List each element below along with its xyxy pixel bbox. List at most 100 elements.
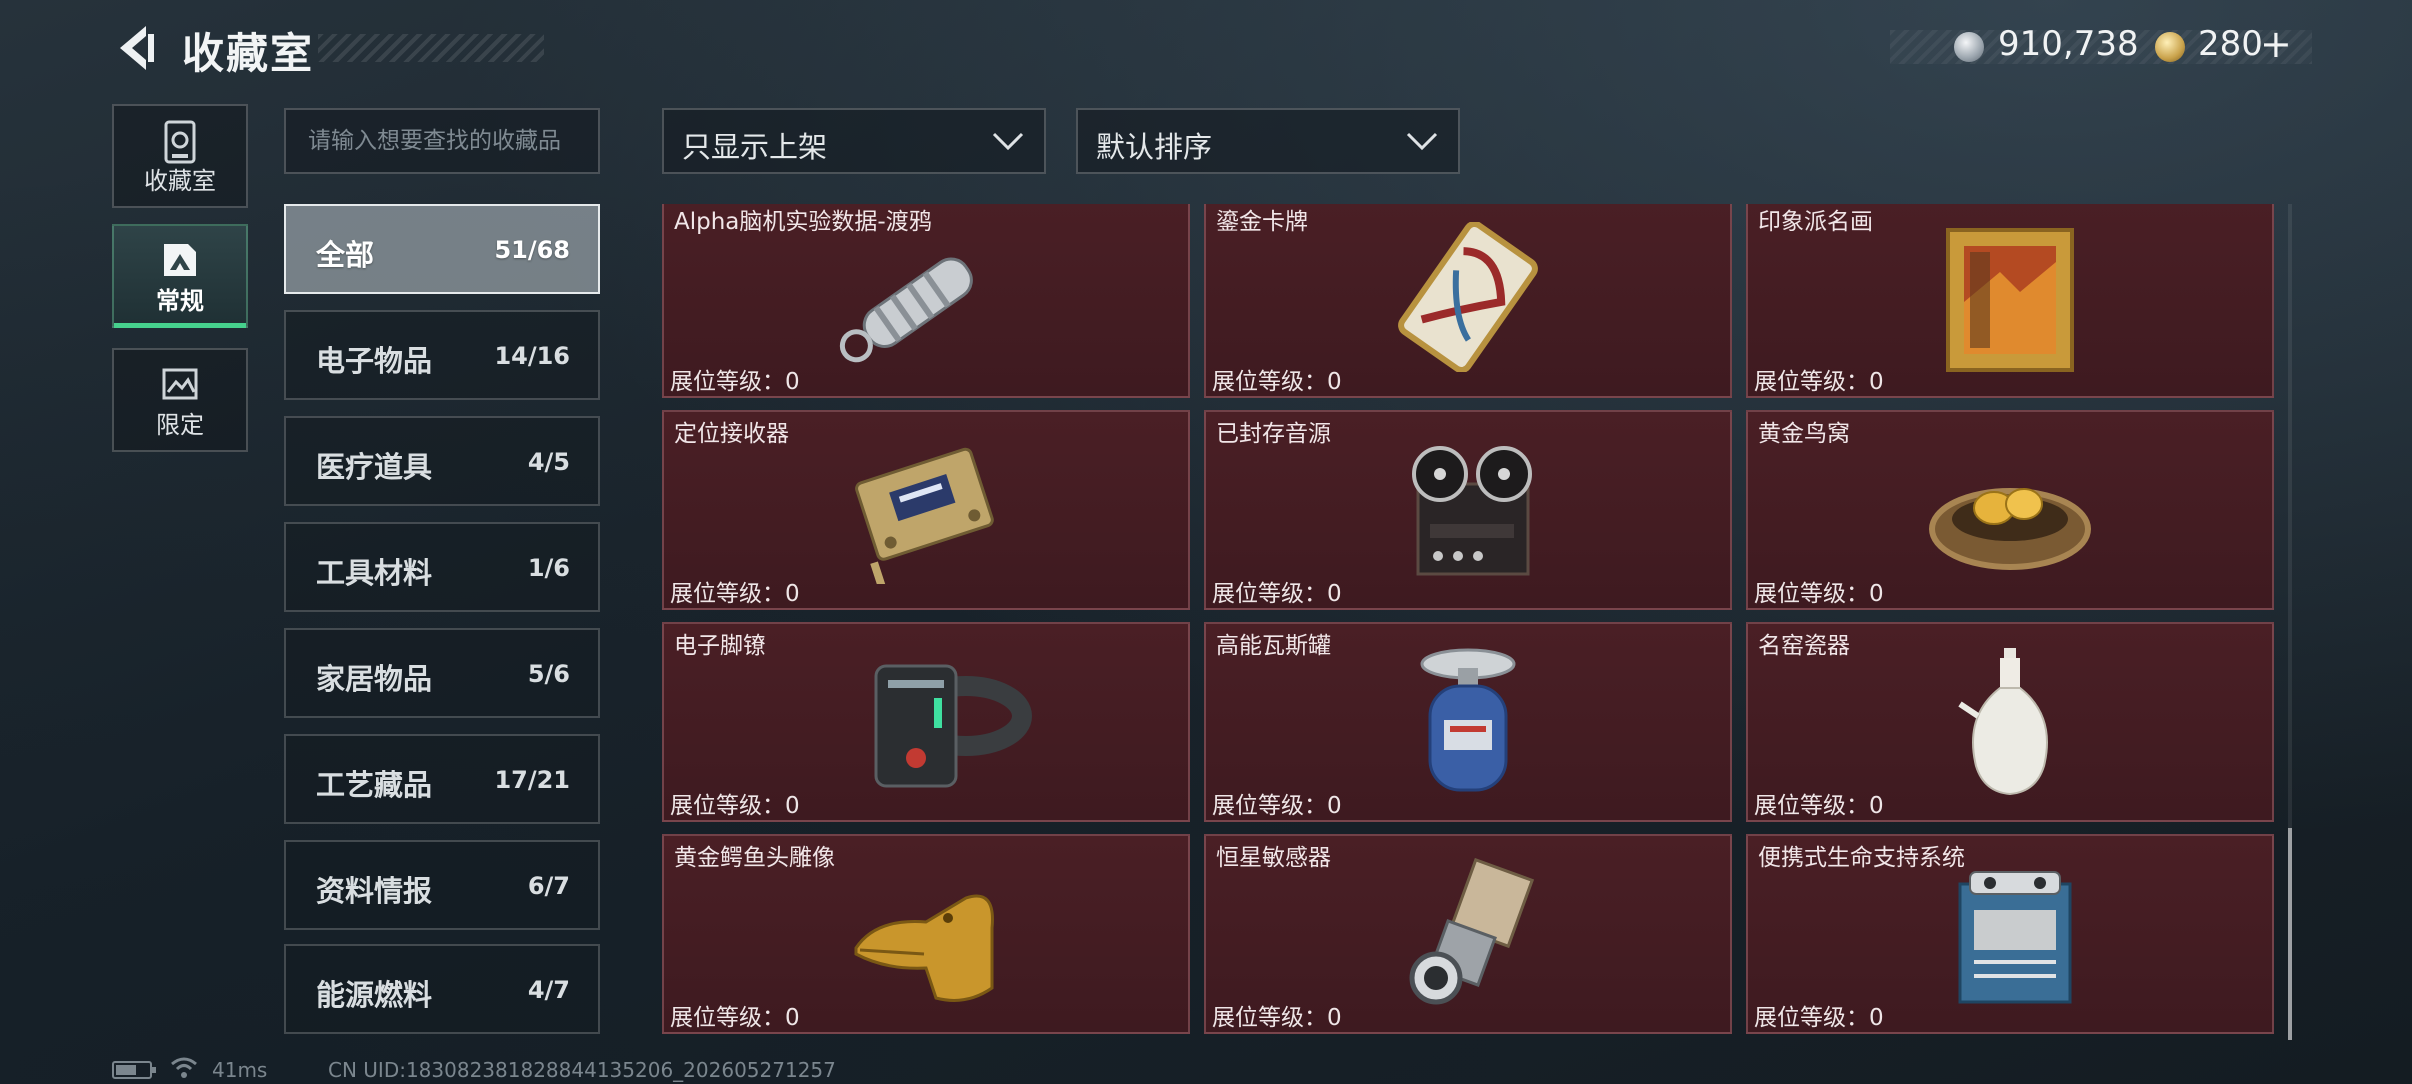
item-name: Alpha脑机实验数据-渡鸦 [674,209,932,235]
item-name: 恒星敏感器 [1216,845,1331,871]
silver-coin-balance: 910,738 [1998,24,2139,64]
item-name: 鎏金卡牌 [1216,209,1308,235]
category-electronics[interactable]: 电子物品 14/16 [284,310,600,400]
collection-item-card[interactable]: 恒星敏感器 展位等级：0 [1204,834,1732,1034]
tape-recorder-icon [1412,446,1532,576]
search-input[interactable] [286,110,598,172]
data-canister-icon [839,257,973,363]
frame-icon [162,368,198,400]
cabinet-icon [164,120,196,164]
item-name: 定位接收器 [674,421,789,447]
wifi-icon [171,1057,197,1078]
item-name: 高能瓦斯罐 [1216,633,1331,659]
back-button[interactable] [112,22,160,74]
add-currency-button[interactable]: + [2260,22,2292,66]
category-all[interactable]: 全部 51/68 [284,204,600,294]
uid-readout: CN UID:18308238182884413520​6_2026052712… [328,1058,836,1082]
collection-item-card[interactable]: 已封存音源 展位等级：0 [1204,410,1732,610]
collection-item-card[interactable]: 黄金鳄鱼头雕像 展位等级：0 [662,834,1190,1034]
life-support-icon [1958,871,2072,1004]
category-tools[interactable]: 工具材料 1/6 [284,522,600,612]
gold-coin-icon [2155,32,2185,62]
collection-grid: Alpha脑机实验数据-渡鸦 展位等级：0 鎏金卡牌 展位等级：0 印象派名画 … [660,204,2276,1040]
side-tab-label: 限定 [156,411,204,439]
porcelain-vase-icon [1958,648,2048,796]
category-count: 14/16 [494,342,570,370]
side-tab-regular[interactable]: 常规 [112,224,248,328]
golden-nest-icon [1929,488,2091,570]
item-name: 印象派名画 [1758,209,1873,235]
item-name: 名窑瓷器 [1758,633,1850,659]
collection-item-card[interactable]: 电子脚镣 展位等级：0 [662,622,1190,822]
star-sensor-icon [1409,858,1535,1005]
item-name: 黄金鸟窝 [1758,421,1850,447]
collection-item-card[interactable]: 高能瓦斯罐 展位等级：0 [1204,622,1732,822]
category-name: 能源燃料 [316,978,433,1012]
search-box[interactable] [284,108,600,174]
collection-item-card[interactable]: 名窑瓷器 展位等级：0 [1746,622,2274,822]
category-household[interactable]: 家居物品 5/6 [284,628,600,718]
collection-item-card[interactable]: 鎏金卡牌 展位等级：0 [1204,204,1732,398]
category-count: 17/21 [494,766,570,794]
category-count: 6/7 [527,872,570,900]
golden-crocodile-icon [854,894,994,1002]
display-filter-dropdown[interactable]: 只显示上架 [662,108,1046,174]
category-medical[interactable]: 医疗道具 4/5 [284,416,600,506]
item-level: 展位等级：0 [1212,369,1342,395]
side-tab-label: 收藏室 [144,167,216,195]
item-level: 展位等级：0 [1212,793,1342,819]
battery-icon [112,1061,156,1079]
display-filter-value: 只显示上架 [682,130,828,164]
side-tab-limited[interactable]: 限定 [112,348,248,452]
locator-receiver-icon [855,447,994,584]
collection-item-card[interactable]: Alpha脑机实验数据-渡鸦 展位等级：0 [662,204,1190,398]
ankle-monitor-icon [874,664,1032,788]
item-name: 已封存音源 [1216,421,1331,447]
category-name: 全部 [316,238,375,272]
category-intel[interactable]: 资料情报 6/7 [284,840,600,930]
item-name: 电子脚镣 [674,633,766,659]
item-level: 展位等级：0 [1754,793,1884,819]
category-count: 4/7 [527,976,570,1004]
framed-painting-icon [1946,228,2074,372]
picture-icon [164,244,196,276]
category-energy[interactable]: 能源燃料 4/7 [284,944,600,1034]
active-indicator [114,323,246,328]
ping-readout: 41ms [212,1058,268,1082]
item-name: 黄金鳄鱼头雕像 [674,845,835,871]
category-name: 资料情报 [316,874,433,908]
category-crafts[interactable]: 工艺藏品 17/21 [284,734,600,824]
gold-coin-balance: 280 [2198,24,2263,64]
category-count: 51/68 [494,236,570,264]
category-name: 医疗道具 [316,450,433,484]
sort-dropdown[interactable]: 默认排序 [1076,108,1460,174]
item-level: 展位等级：0 [1212,1005,1342,1031]
gilded-card-icon [1398,222,1538,372]
item-level: 展位等级：0 [670,793,800,819]
category-name: 工艺藏品 [316,768,433,802]
collection-item-card[interactable]: 定位接收器 展位等级：0 [662,410,1190,610]
silver-coin-icon [1954,32,1984,62]
side-tab-collection-room[interactable]: 收藏室 [112,104,248,208]
gas-canister-icon [1420,648,1516,792]
item-level: 展位等级：0 [670,1005,800,1031]
collection-item-card[interactable]: 黄金鸟窝 展位等级：0 [1746,410,2274,610]
chevron-left-icon [120,26,154,70]
grid-scroll-thumb[interactable] [2288,828,2292,1040]
sort-value: 默认排序 [1096,130,1213,164]
page-title: 收藏室 [182,29,315,78]
category-name: 家居物品 [316,662,433,696]
category-name: 工具材料 [316,556,433,590]
category-name: 电子物品 [316,344,433,378]
collection-item-card[interactable]: 便携式生命支持系统 展位等级：0 [1746,834,2274,1034]
category-count: 1/6 [527,554,570,582]
item-level: 展位等级：0 [1754,369,1884,395]
item-level: 展位等级：0 [670,369,800,395]
category-count: 4/5 [527,448,570,476]
chevron-down-icon [1406,132,1438,151]
item-level: 展位等级：0 [1754,581,1884,607]
item-level: 展位等级：0 [1212,581,1342,607]
item-name: 便携式生命支持系统 [1758,845,1965,871]
category-count: 5/6 [527,660,570,688]
collection-item-card[interactable]: 印象派名画 展位等级：0 [1746,204,2274,398]
